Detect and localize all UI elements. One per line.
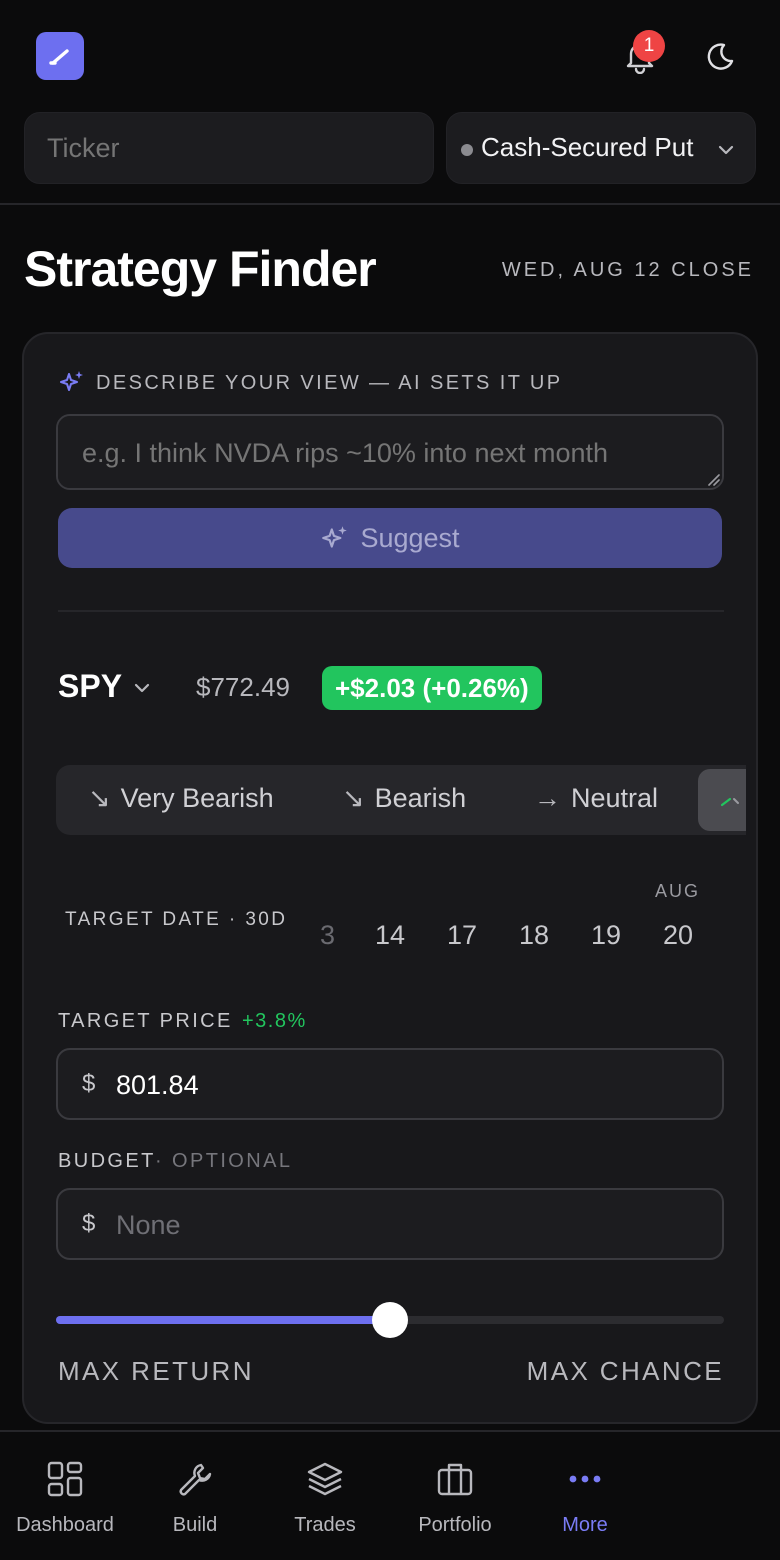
- grid-icon: [47, 1461, 83, 1497]
- sentiment-label: Bearish: [374, 783, 467, 813]
- trend-up-icon: [720, 797, 739, 807]
- logo-icon: [49, 49, 69, 65]
- wrench-icon: [179, 1463, 212, 1496]
- max-return-label: MAX RETURN: [58, 1356, 254, 1386]
- target-price-field[interactable]: $ 801.84: [56, 1048, 724, 1120]
- bottom-nav: Dashboard Build Trades Portfolio More: [0, 1430, 780, 1560]
- nav-label: Dashboard: [16, 1514, 114, 1536]
- sentiment-very-bearish[interactable]: ↘ Very Bearish: [88, 783, 274, 814]
- strategy-status-dot: [461, 144, 473, 156]
- budget-optional-label: · OPTIONAL: [155, 1150, 293, 1172]
- chevron-down-icon[interactable]: [132, 678, 152, 698]
- target-price-label: TARGET PRICE: [58, 1010, 233, 1032]
- nav-label: Trades: [294, 1514, 356, 1536]
- sparkles-icon: [60, 371, 83, 391]
- strategy-select[interactable]: Cash-Secured Put: [446, 112, 756, 184]
- budget-placeholder[interactable]: None: [116, 1210, 181, 1241]
- nav-item-build[interactable]: Build: [130, 1432, 260, 1560]
- nav-label: Portfolio: [418, 1514, 492, 1536]
- trend-down-icon: ↘: [342, 783, 365, 813]
- sentiment-label: Very Bearish: [120, 783, 274, 813]
- arrow-right-icon: →: [534, 783, 561, 813]
- target-price-value[interactable]: 801.84: [116, 1070, 199, 1101]
- date-option[interactable]: 19: [591, 920, 621, 951]
- strategy-select-label: Cash-Secured Put: [481, 132, 694, 162]
- app-logo[interactable]: [36, 32, 84, 80]
- suggest-button-label: Suggest: [360, 522, 460, 553]
- max-chance-label: MAX CHANCE: [526, 1356, 724, 1386]
- strategy-finder-card: [22, 332, 758, 1424]
- date-option[interactable]: 17: [447, 920, 477, 951]
- target-price-percent: +3.8%: [242, 1010, 307, 1032]
- date-option[interactable]: 18: [519, 920, 549, 951]
- briefcase-icon: [437, 1463, 473, 1496]
- tradeoff-slider-fill: [56, 1316, 390, 1324]
- nav-label: More: [562, 1514, 608, 1536]
- currency-symbol: $: [82, 1070, 96, 1097]
- nav-item-trades[interactable]: Trades: [260, 1432, 390, 1560]
- quote-price: $772.49: [196, 672, 290, 702]
- target-date-label: TARGET DATE · 30D: [65, 909, 288, 930]
- resize-grip-icon[interactable]: [708, 474, 720, 486]
- sentiment-bearish[interactable]: ↘ Bearish: [342, 783, 466, 814]
- layers-icon: [307, 1462, 343, 1496]
- sentiment-label: Neutral: [571, 783, 659, 813]
- top-bar: 1 Cash-Secured Put: [0, 0, 780, 205]
- nav-label: Build: [172, 1514, 218, 1536]
- close-date: WED, AUG 12 CLOSE: [501, 259, 754, 281]
- nav-item-dashboard[interactable]: Dashboard: [0, 1432, 130, 1560]
- ticker-input[interactable]: [24, 112, 434, 184]
- date-option[interactable]: 3: [320, 920, 335, 951]
- quote-change-badge: +$2.03 (+0.26%): [322, 666, 542, 710]
- target-date-month: AUG: [655, 881, 701, 901]
- date-option[interactable]: 14: [375, 920, 405, 951]
- view-description-input[interactable]: [56, 414, 724, 490]
- page-title: Strategy Finder: [24, 241, 377, 297]
- suggest-button[interactable]: Suggest: [58, 508, 722, 568]
- more-dots-icon: [569, 1475, 601, 1483]
- date-option[interactable]: 20: [663, 920, 693, 951]
- ai-view-label-text: DESCRIBE YOUR VIEW — AI SETS IT UP: [96, 372, 563, 394]
- ai-view-label: DESCRIBE YOUR VIEW — AI SETS IT UP: [58, 370, 563, 396]
- sparkles-icon: [322, 526, 348, 548]
- sentiment-selector: ↘ Very Bearish ↘ Bearish → Neutral: [56, 765, 746, 835]
- sentiment-neutral[interactable]: → Neutral: [534, 783, 658, 814]
- nav-item-portfolio[interactable]: Portfolio: [390, 1432, 520, 1560]
- section-divider: [58, 610, 724, 612]
- nav-item-more[interactable]: More: [520, 1432, 650, 1560]
- budget-label: BUDGET: [58, 1150, 156, 1172]
- sentiment-bullish-partial[interactable]: [698, 769, 746, 831]
- budget-field[interactable]: $ None: [56, 1188, 724, 1260]
- moon-icon[interactable]: [704, 40, 736, 72]
- currency-symbol: $: [82, 1210, 96, 1237]
- arrow-down-right-icon: ↘: [88, 783, 111, 813]
- symbol-selector[interactable]: SPY: [58, 668, 122, 705]
- chevron-down-icon: [718, 145, 734, 155]
- tradeoff-slider-thumb[interactable]: [372, 1302, 408, 1338]
- notification-badge: 1: [633, 30, 665, 62]
